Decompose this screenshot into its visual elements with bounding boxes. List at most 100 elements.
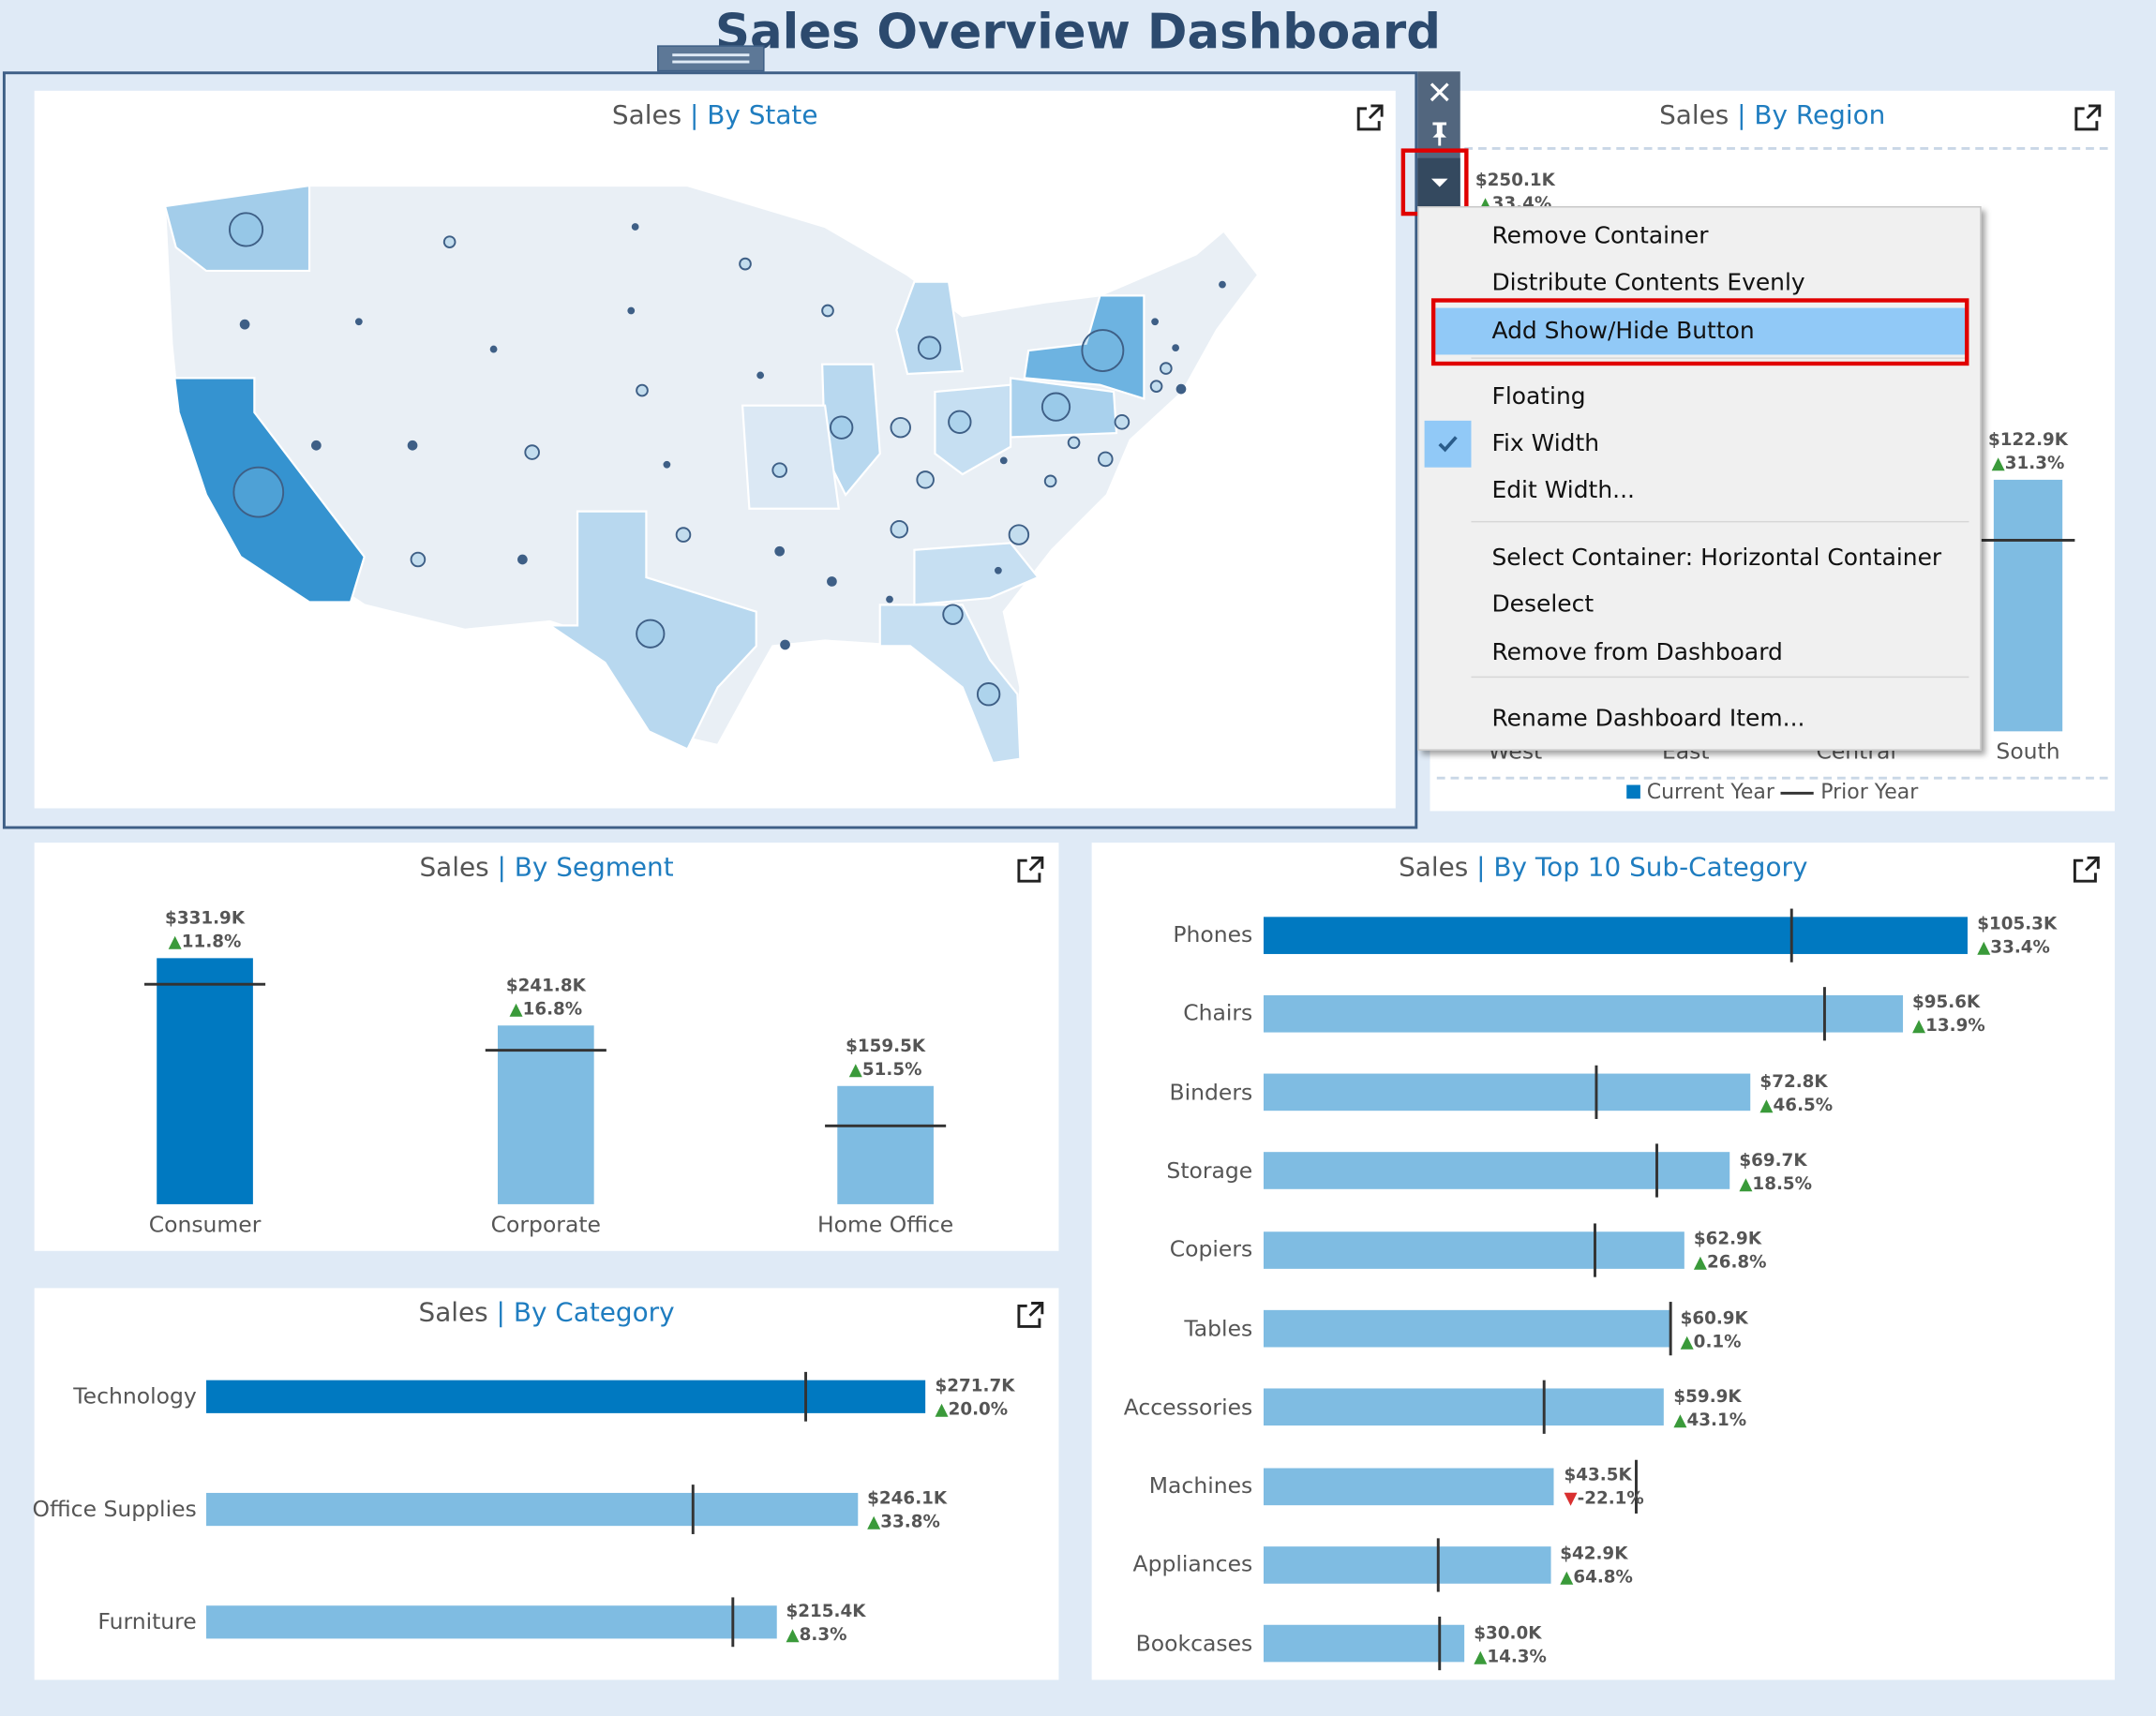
change-indicator: ▲26.8% xyxy=(1694,1250,1767,1274)
sales-circle-mark[interactable] xyxy=(239,319,250,330)
sales-circle-mark[interactable] xyxy=(739,257,752,271)
up-triangle-icon: ▲ xyxy=(509,997,523,1019)
menu-item[interactable]: Fix Width xyxy=(1419,421,1980,468)
change-pct: 18.5% xyxy=(1752,1172,1813,1194)
sales-circle-mark[interactable] xyxy=(1114,414,1130,430)
bar[interactable] xyxy=(157,958,253,1204)
sales-circle-mark[interactable] xyxy=(917,336,942,360)
sales-circle-mark[interactable] xyxy=(1160,362,1173,375)
value-label: $60.9K ▲0.1% xyxy=(1681,1306,1748,1352)
change-pct: 43.1% xyxy=(1686,1409,1747,1430)
sales-value: $62.9K xyxy=(1693,1228,1762,1249)
bar[interactable] xyxy=(1263,1073,1751,1112)
menu-item[interactable]: Edit Width... xyxy=(1419,468,1980,515)
bar[interactable] xyxy=(1263,1231,1684,1269)
menu-item[interactable]: Rename Dashboard Item... xyxy=(1419,695,1980,742)
sales-value: $215.4K xyxy=(786,1600,866,1621)
legend: Current Year Prior Year xyxy=(1430,780,2114,804)
sales-circle-mark[interactable] xyxy=(771,462,787,478)
sales-circle-mark[interactable] xyxy=(1043,474,1057,488)
sales-circle-mark[interactable] xyxy=(890,416,911,439)
bar[interactable] xyxy=(1263,916,1968,954)
sales-circle-mark[interactable] xyxy=(890,519,909,539)
change-indicator: ▲33.8% xyxy=(867,1510,947,1533)
bar[interactable] xyxy=(1263,1309,1671,1348)
sales-circle-mark[interactable] xyxy=(821,304,834,318)
sales-circle-mark[interactable] xyxy=(780,639,790,650)
us-map[interactable] xyxy=(35,91,1396,809)
sales-circle-mark[interactable] xyxy=(675,527,692,543)
sales-circle-mark[interactable] xyxy=(1067,436,1081,450)
sales-circle-mark[interactable] xyxy=(354,318,363,326)
sales-circle-mark[interactable] xyxy=(774,545,786,557)
menu-item[interactable]: Floating xyxy=(1419,374,1980,421)
sales-circle-mark[interactable] xyxy=(942,604,964,625)
segment-chart: Consumer $331.9K ▲11.8% Corporate $241.8K ▲16… xyxy=(35,843,1059,1251)
legend-current-year: Current Year xyxy=(1646,779,1774,805)
sales-circle-mark[interactable] xyxy=(636,383,649,397)
bar[interactable] xyxy=(206,1492,858,1527)
bar[interactable] xyxy=(1263,994,1903,1033)
bar[interactable] xyxy=(206,1380,926,1413)
sales-circle-mark[interactable] xyxy=(636,619,666,649)
sales-circle-mark[interactable] xyxy=(1172,344,1180,351)
sales-circle-mark[interactable] xyxy=(1098,451,1114,468)
sales-circle-mark[interactable] xyxy=(916,470,935,489)
sales-circle-mark[interactable] xyxy=(1008,524,1030,545)
sales-circle-mark[interactable] xyxy=(756,371,765,380)
bar[interactable] xyxy=(1993,479,2063,732)
menu-item[interactable]: Deselect xyxy=(1419,581,1980,628)
sales-circle-mark[interactable] xyxy=(1219,280,1226,289)
sales-circle-mark[interactable] xyxy=(311,440,322,451)
sales-circle-mark[interactable] xyxy=(976,682,1001,707)
sales-circle-mark[interactable] xyxy=(232,466,285,518)
sales-circle-mark[interactable] xyxy=(229,212,264,247)
value-label: $42.9K ▲64.8% xyxy=(1560,1542,1633,1589)
bar[interactable] xyxy=(1263,1388,1665,1426)
sales-circle-mark[interactable] xyxy=(410,551,427,568)
sales-circle-mark[interactable] xyxy=(517,554,528,565)
sales-circle-mark[interactable] xyxy=(1175,383,1187,395)
bar[interactable] xyxy=(206,1605,777,1639)
up-triangle-icon: ▲ xyxy=(1912,1014,1926,1036)
prior-year-marker xyxy=(1542,1380,1545,1435)
sales-circle-mark[interactable] xyxy=(948,410,972,434)
sales-circle-mark[interactable] xyxy=(1041,392,1071,422)
sales-circle-mark[interactable] xyxy=(631,223,639,231)
value-label: $69.7K ▲18.5% xyxy=(1739,1148,1812,1195)
sales-circle-mark[interactable] xyxy=(999,456,1008,465)
bar[interactable] xyxy=(1263,1545,1550,1584)
bar[interactable] xyxy=(837,1085,934,1204)
sales-circle-mark[interactable] xyxy=(1081,329,1125,372)
menu-item[interactable]: Select Container: Horizontal Container xyxy=(1419,535,1980,582)
bar[interactable] xyxy=(1263,1625,1464,1663)
bar[interactable] xyxy=(1263,1152,1730,1190)
bar-category-label: Furniture xyxy=(97,1608,197,1635)
up-triangle-icon: ▲ xyxy=(1739,1172,1753,1194)
sales-circle-mark[interactable] xyxy=(995,566,1002,574)
state-region[interactable] xyxy=(741,404,841,510)
change-pct: 51.5% xyxy=(861,1058,922,1080)
menu-item[interactable]: Remove from Dashboard xyxy=(1419,630,1980,677)
sales-circle-mark[interactable] xyxy=(442,235,457,248)
value-label: $105.3K ▲33.4% xyxy=(1977,911,2057,958)
sales-circle-mark[interactable] xyxy=(827,576,837,587)
sales-value: $60.9K xyxy=(1680,1306,1748,1328)
sales-circle-mark[interactable] xyxy=(663,460,671,469)
value-label: $95.6K ▲13.9% xyxy=(1912,991,1985,1037)
close-icon[interactable] xyxy=(1417,71,1460,112)
menu-item[interactable]: Remove Container xyxy=(1419,213,1980,260)
sales-circle-mark[interactable] xyxy=(886,595,893,604)
sales-circle-mark[interactable] xyxy=(489,345,498,353)
sales-circle-mark[interactable] xyxy=(627,306,636,315)
change-pct: 33.4% xyxy=(1990,935,2050,957)
drag-handle[interactable] xyxy=(657,45,765,72)
sales-circle-mark[interactable] xyxy=(407,440,418,451)
bar[interactable] xyxy=(1263,1467,1555,1505)
sales-circle-mark[interactable] xyxy=(829,415,854,440)
prior-year-marker xyxy=(825,1125,947,1128)
sales-circle-mark[interactable] xyxy=(524,444,540,460)
sales-value: $95.6K xyxy=(1912,991,1981,1013)
sales-circle-mark[interactable] xyxy=(1151,318,1159,326)
sales-circle-mark[interactable] xyxy=(1149,380,1163,393)
